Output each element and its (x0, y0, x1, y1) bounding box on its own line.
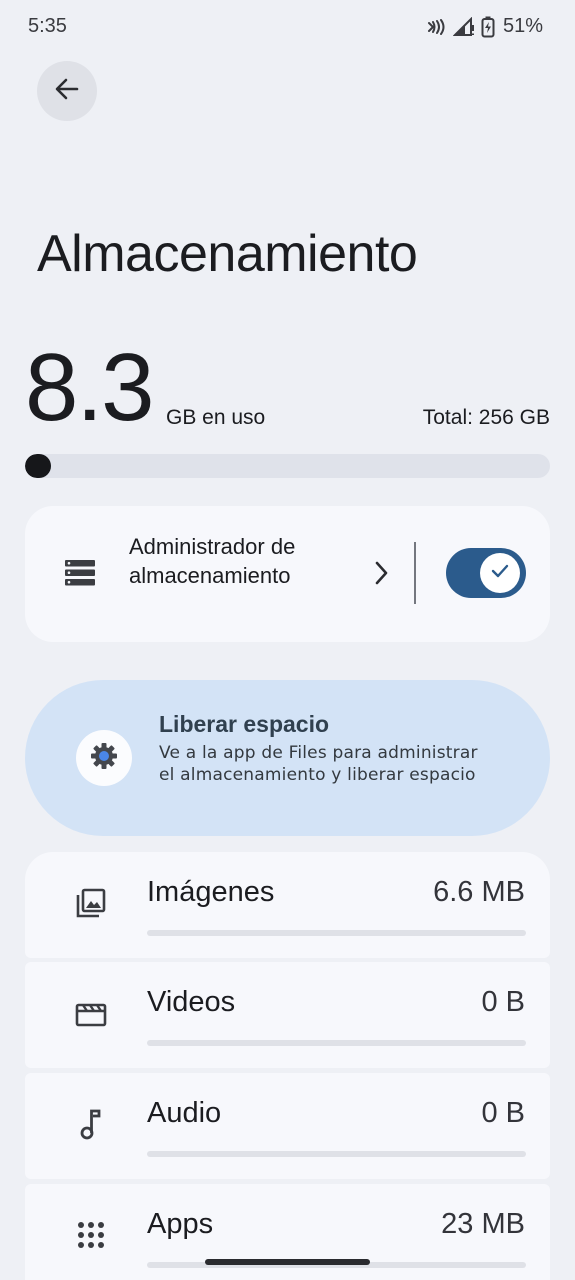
category-row-apps[interactable]: Apps 23 MB (25, 1184, 550, 1280)
category-row-videos[interactable]: Videos 0 B (25, 962, 550, 1068)
category-usage-bar (147, 1040, 526, 1046)
gesture-navigation-bar[interactable] (205, 1259, 370, 1265)
storage-usage-bar-fill (25, 454, 51, 478)
storage-manager-card[interactable]: Administrador de almacenamiento (25, 506, 550, 642)
category-name: Apps (147, 1208, 214, 1240)
storage-list-icon (65, 560, 95, 591)
video-icon (73, 995, 109, 1031)
free-up-space-description: Ve a la app de Files para administrar el… (159, 743, 478, 785)
category-size: 6.6 MB (433, 876, 525, 908)
battery-charging-icon (481, 16, 495, 38)
gear-icon (90, 742, 118, 775)
nfc-icon (427, 18, 447, 36)
toggle-knob (480, 553, 520, 593)
used-storage-value: 8.3 (25, 334, 154, 441)
used-storage-unit: GB en uso (166, 406, 266, 429)
music-note-icon (73, 1106, 109, 1142)
category-row-images[interactable]: Imágenes 6.6 MB (25, 852, 550, 958)
free-up-space-title: Liberar espacio (159, 711, 330, 737)
arrow-back-icon (53, 75, 81, 108)
storage-manager-label: Administrador de almacenamiento (129, 534, 296, 588)
category-name: Imágenes (147, 876, 275, 908)
storage-usage-bar (25, 454, 550, 478)
free-space-icon-container (76, 730, 132, 786)
category-name: Audio (147, 1097, 222, 1129)
back-button[interactable] (37, 61, 97, 121)
check-icon (490, 563, 510, 584)
category-name: Videos (147, 986, 236, 1018)
signal-icon (452, 16, 475, 37)
category-size: 23 MB (441, 1208, 525, 1240)
category-size: 0 B (481, 986, 525, 1018)
category-usage-bar (147, 930, 526, 936)
image-icon (73, 885, 109, 921)
divider (414, 542, 416, 604)
category-row-audio[interactable]: Audio 0 B (25, 1073, 550, 1179)
battery-percentage: 51% (502, 15, 543, 37)
status-icons: 51% (427, 15, 543, 38)
category-usage-bar (147, 1151, 526, 1157)
status-time: 5:35 (28, 15, 67, 37)
page-title: Almacenamiento (37, 225, 418, 283)
chevron-right-icon (369, 558, 393, 593)
storage-manager-toggle[interactable] (446, 548, 526, 598)
status-bar: 5:35 51% (0, 0, 575, 56)
apps-grid-icon (73, 1217, 109, 1253)
total-storage: Total: 256 GB (422, 406, 550, 429)
storage-settings-screen: 5:35 51% Almacenamiento 8.3 GB en uso To… (0, 0, 575, 1280)
free-up-space-card[interactable]: Liberar espacio Ve a la app de Files par… (25, 680, 550, 836)
category-size: 0 B (481, 1097, 525, 1129)
